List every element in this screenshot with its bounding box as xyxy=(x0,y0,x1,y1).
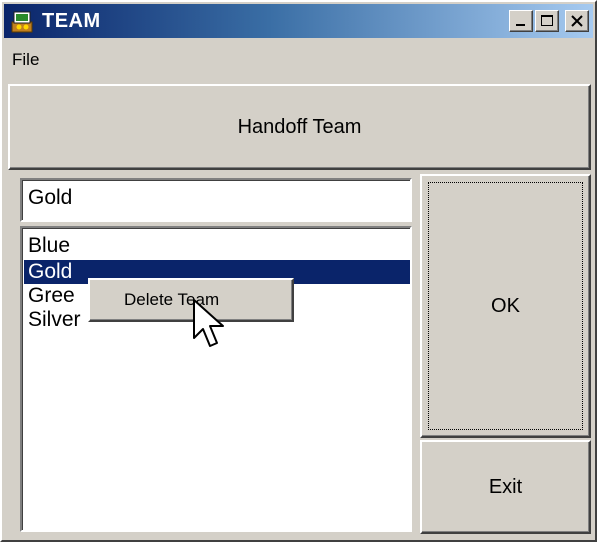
list-item-label: Gree xyxy=(28,284,75,307)
menu-bar: File xyxy=(4,40,593,76)
list-item-label: Blue xyxy=(28,234,71,257)
ok-button[interactable]: OK xyxy=(420,174,591,438)
team-window: TEAM File Handoff Team Gold Blue Gold Gr… xyxy=(0,0,597,542)
list-item-label: Gold xyxy=(28,260,73,283)
close-icon xyxy=(571,15,583,27)
list-item-blue[interactable]: Blue xyxy=(24,234,410,258)
menu-file[interactable]: File xyxy=(12,50,39,70)
title-bar[interactable]: TEAM xyxy=(4,4,593,38)
exit-button[interactable]: Exit xyxy=(420,440,591,534)
minimize-button[interactable] xyxy=(509,10,533,32)
handoff-team-label: Handoff Team xyxy=(237,115,362,138)
handoff-team-button[interactable]: Handoff Team xyxy=(8,84,591,170)
close-button[interactable] xyxy=(565,10,589,32)
ok-label: OK xyxy=(491,294,520,317)
team-list[interactable]: Blue Gold Gree Silver xyxy=(20,226,412,532)
team-app-icon xyxy=(11,11,33,33)
team-name-value: Gold xyxy=(28,186,73,209)
list-item-label: Silver xyxy=(28,308,81,331)
maximize-icon xyxy=(541,15,553,26)
arrow-cursor-icon xyxy=(193,299,224,347)
minimize-icon xyxy=(516,24,525,26)
team-name-input[interactable]: Gold xyxy=(20,178,412,222)
window-title: TEAM xyxy=(42,10,101,32)
maximize-button[interactable] xyxy=(535,10,559,32)
exit-label: Exit xyxy=(488,475,523,498)
